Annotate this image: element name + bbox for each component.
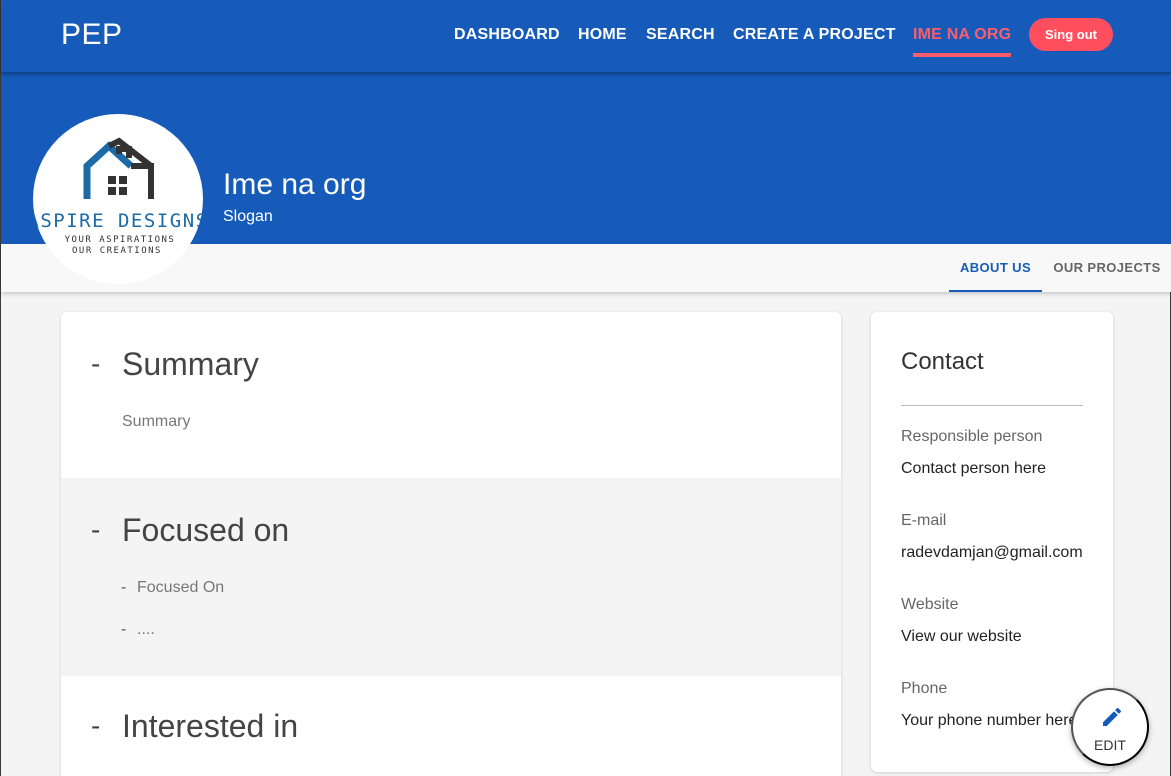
- edit-button[interactable]: EDIT: [1071, 688, 1149, 766]
- divider: [901, 405, 1083, 406]
- interested-title: Interested in: [122, 708, 308, 751]
- logo-tagline-1: YOUR ASPIRATIONS: [65, 235, 176, 245]
- about-card: - Summary Summary - Focused on - Focused …: [61, 312, 841, 776]
- summary-text: Summary: [122, 413, 191, 430]
- nav-create-project[interactable]: CREATE A PROJECT: [733, 26, 896, 44]
- nav-home[interactable]: HOME: [578, 26, 627, 44]
- logo-tagline-2: OUR CREATIONS: [72, 246, 162, 256]
- summary-section: - Summary Summary: [61, 312, 841, 478]
- focused-item: - Focused On: [121, 579, 225, 596]
- org-avatar: ASPIRE DESIGNS YOUR ASPIRATIONS OUR CREA…: [33, 114, 203, 284]
- signout-button[interactable]: Sing out: [1029, 18, 1113, 51]
- contact-title: Contact: [901, 348, 984, 375]
- email-label: E-mail: [901, 512, 947, 529]
- house-logo-icon: ASPIRE DESIGNS YOUR ASPIRATIONS OUR CREA…: [33, 137, 203, 256]
- nav-org-profile[interactable]: IME NA ORG: [913, 26, 1012, 57]
- website-link[interactable]: View our website: [901, 628, 1022, 646]
- responsible-label: Responsible person: [901, 428, 1043, 445]
- focused-title: Focused on: [122, 512, 299, 555]
- nav-search[interactable]: SEARCH: [646, 26, 715, 44]
- summary-title: Summary: [122, 346, 268, 389]
- org-name: Ime na org: [223, 168, 367, 201]
- brand-logo[interactable]: PEP: [61, 18, 123, 52]
- logo-wordmark: ASPIRE DESIGNS: [33, 210, 203, 232]
- phone-value: Your phone number here: [901, 712, 1078, 729]
- top-navbar: PEP DASHBOARD HOME SEARCH CREATE A PROJE…: [1, 0, 1171, 72]
- tab-about-us[interactable]: ABOUT US: [949, 244, 1042, 292]
- nav-dashboard[interactable]: DASHBOARD: [454, 26, 560, 44]
- edit-label: EDIT: [1094, 737, 1126, 753]
- org-slogan: Slogan: [223, 208, 273, 225]
- focused-section: - Focused on - Focused On -....: [61, 478, 841, 676]
- focused-item: -....: [121, 621, 155, 638]
- phone-label: Phone: [901, 680, 948, 697]
- website-label: Website: [901, 596, 959, 613]
- contact-card: Contact Responsible person Contact perso…: [871, 312, 1113, 772]
- interested-section: - Interested in: [61, 676, 841, 776]
- tab-our-projects[interactable]: OUR PROJECTS: [1046, 244, 1168, 292]
- responsible-value: Contact person here: [901, 460, 1046, 477]
- pencil-icon: [1103, 707, 1122, 726]
- email-value[interactable]: radevdamjan@gmail.com: [901, 544, 1083, 562]
